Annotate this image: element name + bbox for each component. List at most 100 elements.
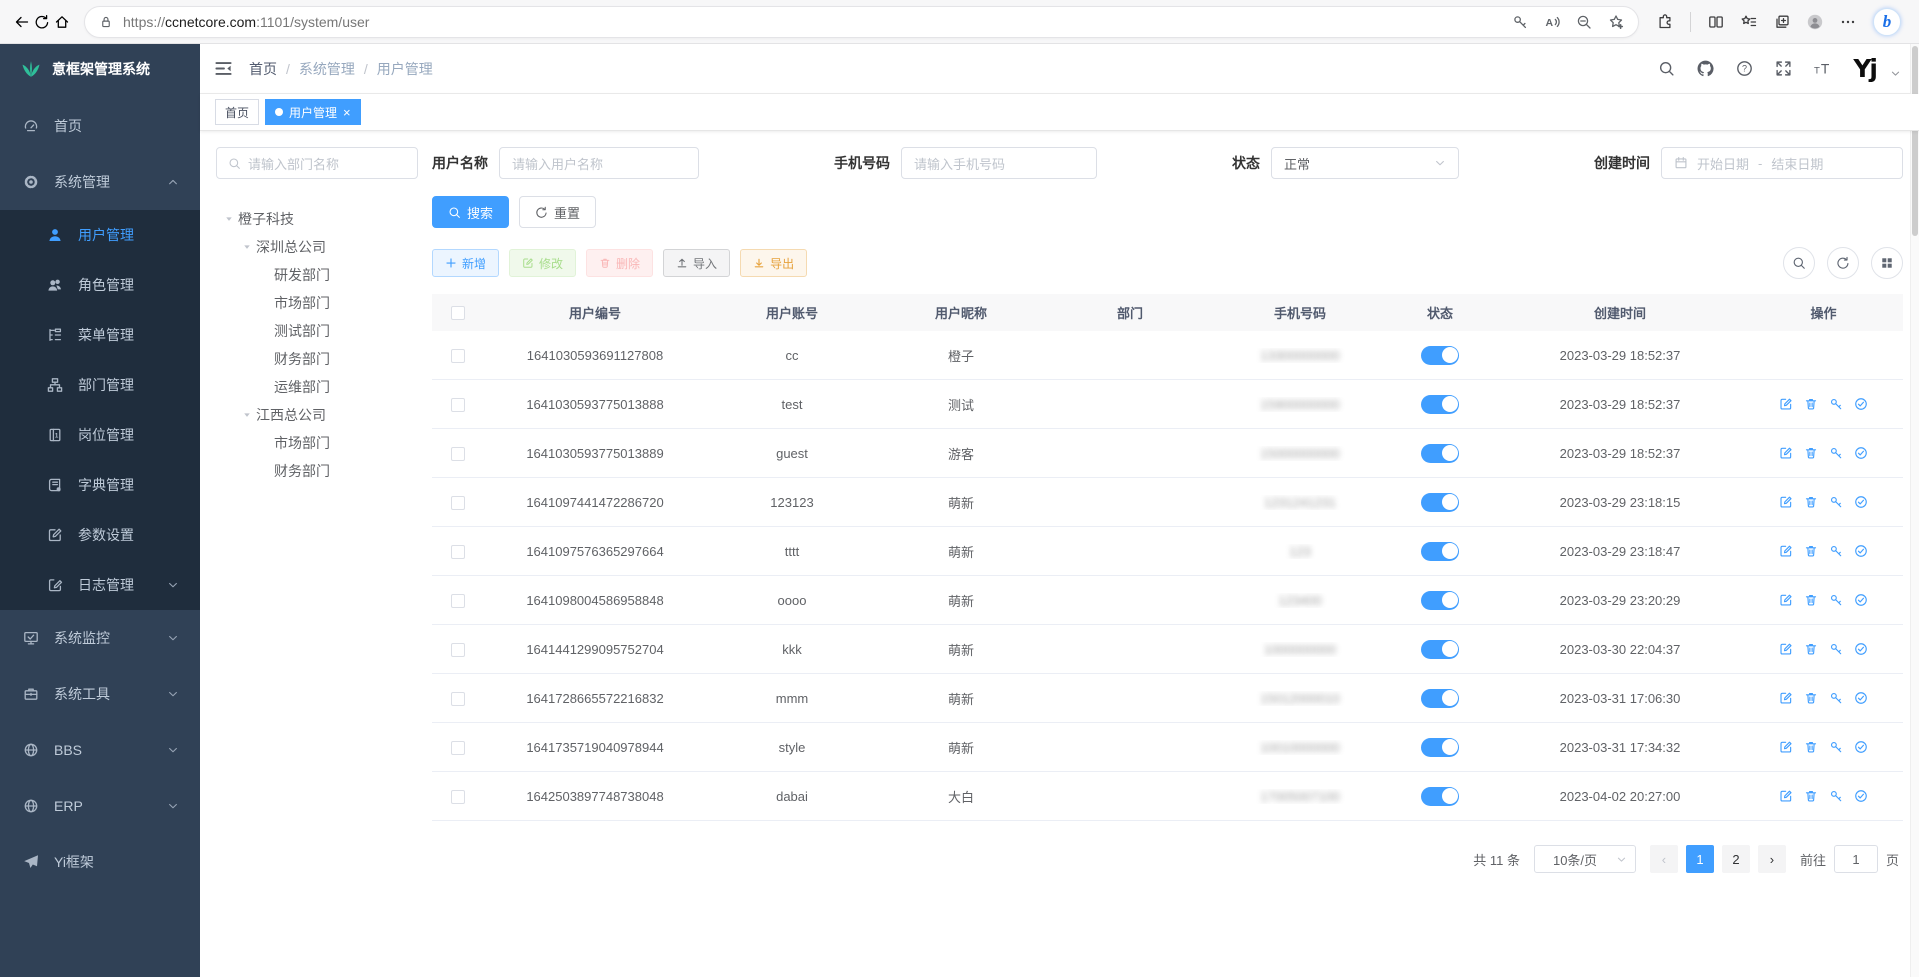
status-toggle[interactable] <box>1421 640 1459 659</box>
tree-expand-icon[interactable] <box>238 242 256 252</box>
key-icon[interactable] <box>1829 397 1843 411</box>
tree-node-市场部门[interactable]: 市场部门 <box>216 429 418 457</box>
edit-icon[interactable] <box>1779 446 1793 460</box>
check-circle-icon[interactable] <box>1854 495 1868 509</box>
key-icon[interactable] <box>1829 544 1843 558</box>
tree-node-测试部门[interactable]: 测试部门 <box>216 317 418 345</box>
edit-icon[interactable] <box>1779 740 1793 754</box>
sidebar-item-岗位管理[interactable]: 1岗位管理 <box>0 410 200 460</box>
username-input[interactable]: 请输入用户名称 <box>499 147 699 179</box>
user-avatar-logo[interactable]: Yj <box>1853 56 1876 81</box>
tree-node-江西总公司[interactable]: 江西总公司 <box>216 401 418 429</box>
page-scrollbar[interactable] <box>1910 44 1919 977</box>
check-circle-icon[interactable] <box>1854 789 1868 803</box>
row-checkbox[interactable] <box>451 643 465 657</box>
trash-icon[interactable] <box>1804 593 1818 607</box>
trash-icon[interactable] <box>1804 446 1818 460</box>
app-logo[interactable]: 意框架管理系统 <box>0 44 200 94</box>
profile-icon[interactable] <box>1807 14 1823 30</box>
close-tab-icon[interactable]: × <box>343 106 351 119</box>
sidebar-item-参数设置[interactable]: 参数设置 <box>0 510 200 560</box>
favorites-list-icon[interactable] <box>1741 14 1757 30</box>
star-plus-icon[interactable] <box>1608 14 1624 30</box>
row-checkbox[interactable] <box>451 496 465 510</box>
key-icon[interactable] <box>1512 14 1528 30</box>
sidebar-item-日志管理[interactable]: 日志管理 <box>0 560 200 610</box>
status-toggle[interactable] <box>1421 787 1459 806</box>
tab-首页[interactable]: 首页 <box>215 99 259 125</box>
collapse-menu-icon[interactable] <box>214 59 233 78</box>
key-icon[interactable] <box>1829 642 1843 656</box>
phone-input[interactable]: 请输入手机号码 <box>901 147 1097 179</box>
key-icon[interactable] <box>1829 446 1843 460</box>
sidebar-item-系统监控[interactable]: 系统监控 <box>0 610 200 666</box>
page-size-select[interactable]: 10条/页 <box>1534 845 1636 873</box>
新增-button[interactable]: 新增 <box>432 249 499 277</box>
read-aloud-icon[interactable]: A <box>1544 14 1560 30</box>
check-circle-icon[interactable] <box>1854 691 1868 705</box>
next-page-button[interactable]: › <box>1758 845 1786 873</box>
check-circle-icon[interactable] <box>1854 446 1868 460</box>
row-checkbox[interactable] <box>451 447 465 461</box>
trash-icon[interactable] <box>1804 740 1818 754</box>
reset-button[interactable]: 重置 <box>519 196 596 228</box>
address-bar[interactable]: https://ccnetcore.com:1101/system/user A <box>84 6 1639 38</box>
split-screen-icon[interactable] <box>1708 14 1724 30</box>
status-toggle[interactable] <box>1421 591 1459 610</box>
tree-node-市场部门[interactable]: 市场部门 <box>216 289 418 317</box>
edit-icon[interactable] <box>1779 544 1793 558</box>
key-icon[interactable] <box>1829 789 1843 803</box>
sidebar-item-部门管理[interactable]: 部门管理 <box>0 360 200 410</box>
导入-button[interactable]: 导入 <box>663 249 730 277</box>
search-button[interactable]: 搜索 <box>432 196 509 228</box>
row-checkbox[interactable] <box>451 594 465 608</box>
github-icon[interactable] <box>1697 60 1714 77</box>
check-circle-icon[interactable] <box>1854 642 1868 656</box>
tab-用户管理[interactable]: 用户管理× <box>265 99 361 125</box>
check-circle-icon[interactable] <box>1854 593 1868 607</box>
删除-button[interactable]: 删除 <box>586 249 653 277</box>
trash-icon[interactable] <box>1804 544 1818 558</box>
status-select[interactable]: 正常 <box>1271 147 1459 179</box>
back-arrow-icon[interactable] <box>14 14 30 30</box>
page-2[interactable]: 2 <box>1722 845 1750 873</box>
sidebar-item-菜单管理[interactable]: 菜单管理 <box>0 310 200 360</box>
row-checkbox[interactable] <box>451 790 465 804</box>
goto-page-input[interactable]: 1 <box>1834 845 1878 873</box>
check-circle-icon[interactable] <box>1854 544 1868 558</box>
grid-circle-button[interactable] <box>1871 247 1903 279</box>
tree-node-深圳总公司[interactable]: 深圳总公司 <box>216 233 418 261</box>
tree-expand-icon[interactable] <box>220 214 238 224</box>
edit-icon[interactable] <box>1779 789 1793 803</box>
key-icon[interactable] <box>1829 593 1843 607</box>
prev-page-button[interactable]: ‹ <box>1650 845 1678 873</box>
question-icon[interactable]: ? <box>1736 60 1753 77</box>
key-icon[interactable] <box>1829 495 1843 509</box>
status-toggle[interactable] <box>1421 542 1459 561</box>
breadcrumb-item[interactable]: 首页 <box>249 59 277 79</box>
status-toggle[interactable] <box>1421 395 1459 414</box>
status-toggle[interactable] <box>1421 738 1459 757</box>
search-circle-button[interactable] <box>1783 247 1815 279</box>
zoom-out-icon[interactable] <box>1576 14 1592 30</box>
tree-node-研发部门[interactable]: 研发部门 <box>216 261 418 289</box>
edit-icon[interactable] <box>1779 642 1793 656</box>
edit-icon[interactable] <box>1779 691 1793 705</box>
tree-node-运维部门[interactable]: 运维部门 <box>216 373 418 401</box>
sidebar-item-系统工具[interactable]: 系统工具 <box>0 666 200 722</box>
search-icon[interactable] <box>1658 60 1675 77</box>
check-circle-icon[interactable] <box>1854 397 1868 411</box>
tree-node-橙子科技[interactable]: 橙子科技 <box>216 205 418 233</box>
date-range-picker[interactable]: 开始日期 - 结束日期 <box>1661 147 1903 179</box>
page-1[interactable]: 1 <box>1686 845 1714 873</box>
status-toggle[interactable] <box>1421 444 1459 463</box>
trash-icon[interactable] <box>1804 495 1818 509</box>
edit-icon[interactable] <box>1779 593 1793 607</box>
home-icon[interactable] <box>54 14 70 30</box>
extensions-icon[interactable] <box>1657 14 1673 30</box>
key-icon[interactable] <box>1829 740 1843 754</box>
copilot-icon[interactable]: b <box>1873 8 1901 36</box>
status-toggle[interactable] <box>1421 346 1459 365</box>
more-dots-icon[interactable] <box>1840 14 1856 30</box>
user-menu-caret-icon[interactable] <box>1890 68 1901 79</box>
